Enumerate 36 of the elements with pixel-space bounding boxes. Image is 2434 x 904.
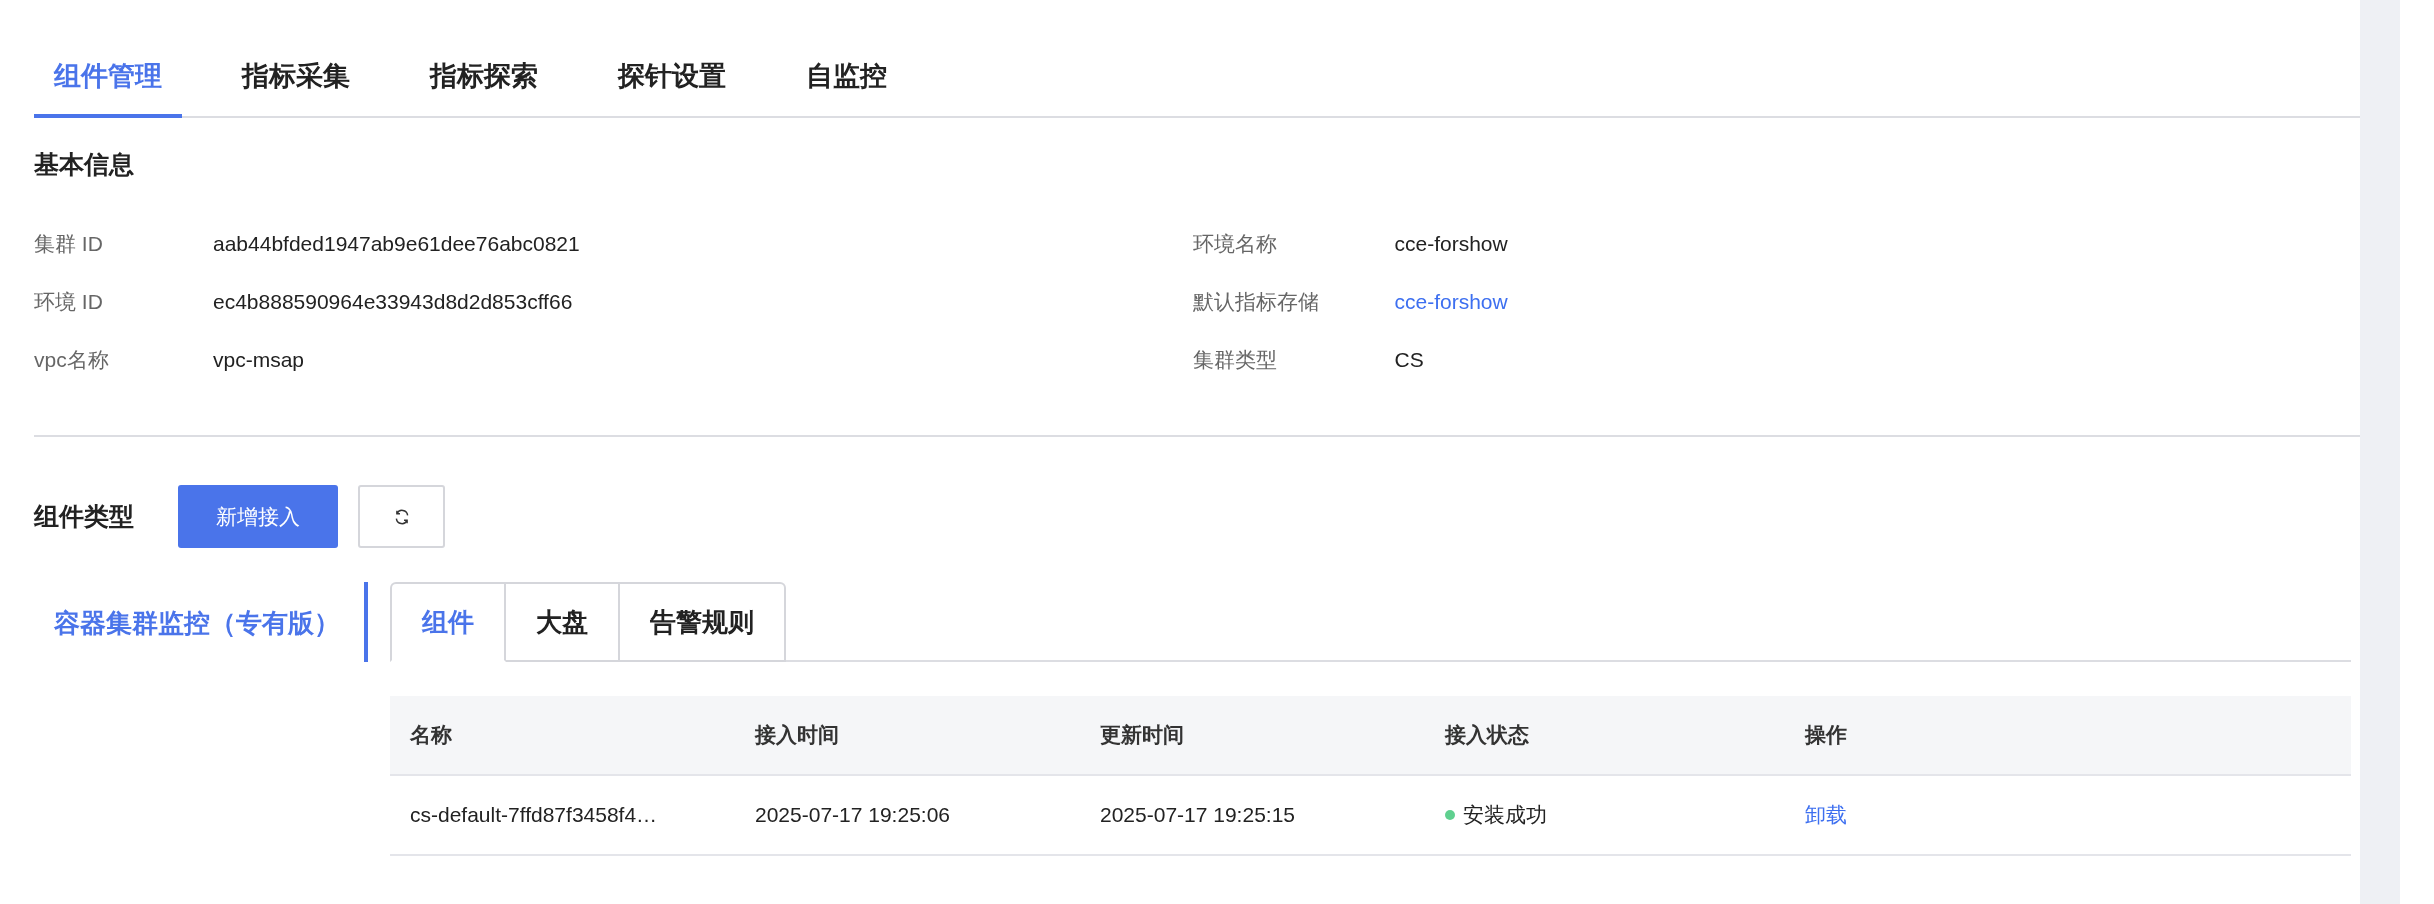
add-button[interactable]: 新增接入 <box>178 485 338 548</box>
column-header: 接入状态 <box>1443 722 1530 748</box>
nav-tab[interactable]: 探针设置 <box>598 40 746 118</box>
column-header: 更新时间 <box>1099 722 1185 748</box>
card-tab[interactable]: 告警规则 <box>620 582 786 662</box>
field-value: vpc-msap <box>213 348 305 372</box>
nav-tab[interactable]: 指标采集 <box>222 40 370 118</box>
storage-link[interactable]: cce-forshow <box>1394 290 1508 314</box>
nav-tab[interactable]: 组件管理 <box>34 40 182 118</box>
nav-tab[interactable]: 自监控 <box>786 40 907 118</box>
table-cell-text: 2025-07-17 19:25:15 <box>1099 803 1296 827</box>
table-cell-text: 2025-07-17 19:25:06 <box>754 803 951 827</box>
field-value: CS <box>1394 348 1424 372</box>
side-menu-item[interactable]: 容器集群监控（专有版） <box>54 582 364 641</box>
card-tab[interactable]: 大盘 <box>506 582 620 662</box>
field-value: aab44bfded1947ab9e61dee76abc0821 <box>213 232 580 256</box>
refresh-button[interactable] <box>358 485 445 548</box>
section-title: 组件类型 <box>34 501 135 532</box>
field-label: 默认指标存储 <box>1192 289 1320 315</box>
field-label: 集群类型 <box>1192 347 1278 373</box>
field-label: vpc名称 <box>34 347 110 373</box>
field-value: cce-forshow <box>1394 232 1508 256</box>
field-label: 环境 ID <box>34 289 104 315</box>
field-label: 集群 ID <box>34 231 104 257</box>
field-label: 环境名称 <box>1192 231 1278 257</box>
nav-tab[interactable]: 指标探索 <box>410 40 558 118</box>
column-header: 名称 <box>409 722 453 748</box>
column-header: 操作 <box>1803 722 1848 748</box>
table-cell-text: cs-default-7ffd87f3458f4… <box>409 803 659 827</box>
status-text: 安装成功 <box>1463 802 1547 828</box>
uninstall-link[interactable]: 卸载 <box>1805 803 1847 826</box>
scrollbar[interactable] <box>2360 0 2400 904</box>
section-title: 基本信息 <box>34 149 135 180</box>
field-value: ec4b888590964e33943d8d2d853cff66 <box>213 290 573 314</box>
card-tab[interactable]: 组件 <box>390 582 506 662</box>
column-header: 接入时间 <box>753 722 840 748</box>
